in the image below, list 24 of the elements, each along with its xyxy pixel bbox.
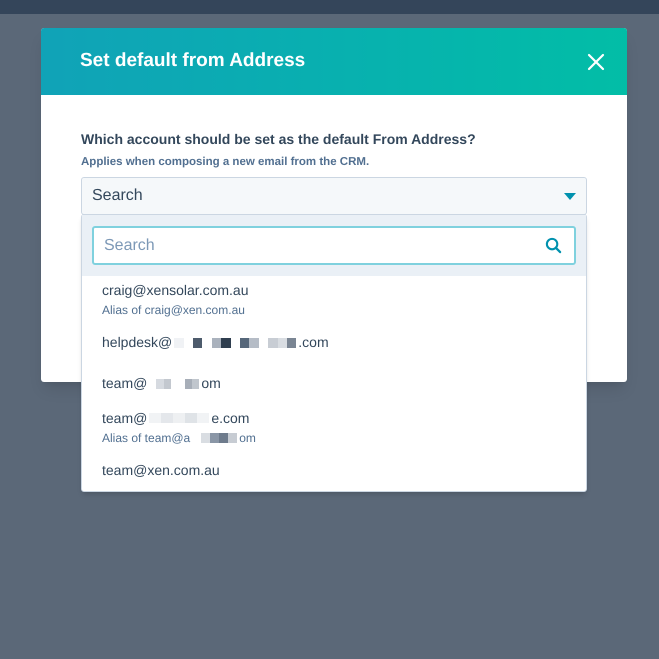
dialog-title: Set default from Address bbox=[80, 49, 306, 74]
address-option[interactable]: team@xen.com.au bbox=[82, 450, 586, 491]
address-option[interactable]: team@ om bbox=[82, 363, 586, 404]
address-option[interactable]: craig@xensolar.com.au Alias of craig@xen.com.au bbox=[82, 276, 586, 322]
alias-text: Alias of craig@xen.com.au bbox=[102, 302, 245, 318]
question-label: Which account should be set as the default From Address? bbox=[81, 130, 477, 149]
alias-text: Alias of team@a bbox=[102, 430, 190, 446]
hint-text: Applies when composing a new email from the CRM. bbox=[81, 155, 370, 170]
address-option[interactable]: helpdesk@ .com bbox=[82, 322, 586, 363]
address-text: e.com bbox=[211, 408, 250, 428]
address-text: team@xen.com.au bbox=[102, 461, 220, 480]
address-text: craig@xensolar.com.au bbox=[102, 280, 249, 300]
close-icon[interactable] bbox=[587, 52, 605, 70]
search-field[interactable]: Search bbox=[92, 226, 576, 265]
alias-text: om bbox=[239, 430, 256, 446]
address-text: team@ bbox=[102, 374, 148, 393]
address-select[interactable]: Search bbox=[81, 177, 587, 216]
search-icon bbox=[545, 237, 562, 254]
address-text: om bbox=[201, 374, 221, 393]
caret-icon bbox=[564, 192, 576, 200]
address-option[interactable]: team@ e.com Alias of team@a om bbox=[82, 404, 586, 450]
address-text: team@ bbox=[102, 408, 148, 428]
address-text: helpdesk@ bbox=[102, 333, 172, 352]
address-text: .com bbox=[298, 333, 329, 352]
